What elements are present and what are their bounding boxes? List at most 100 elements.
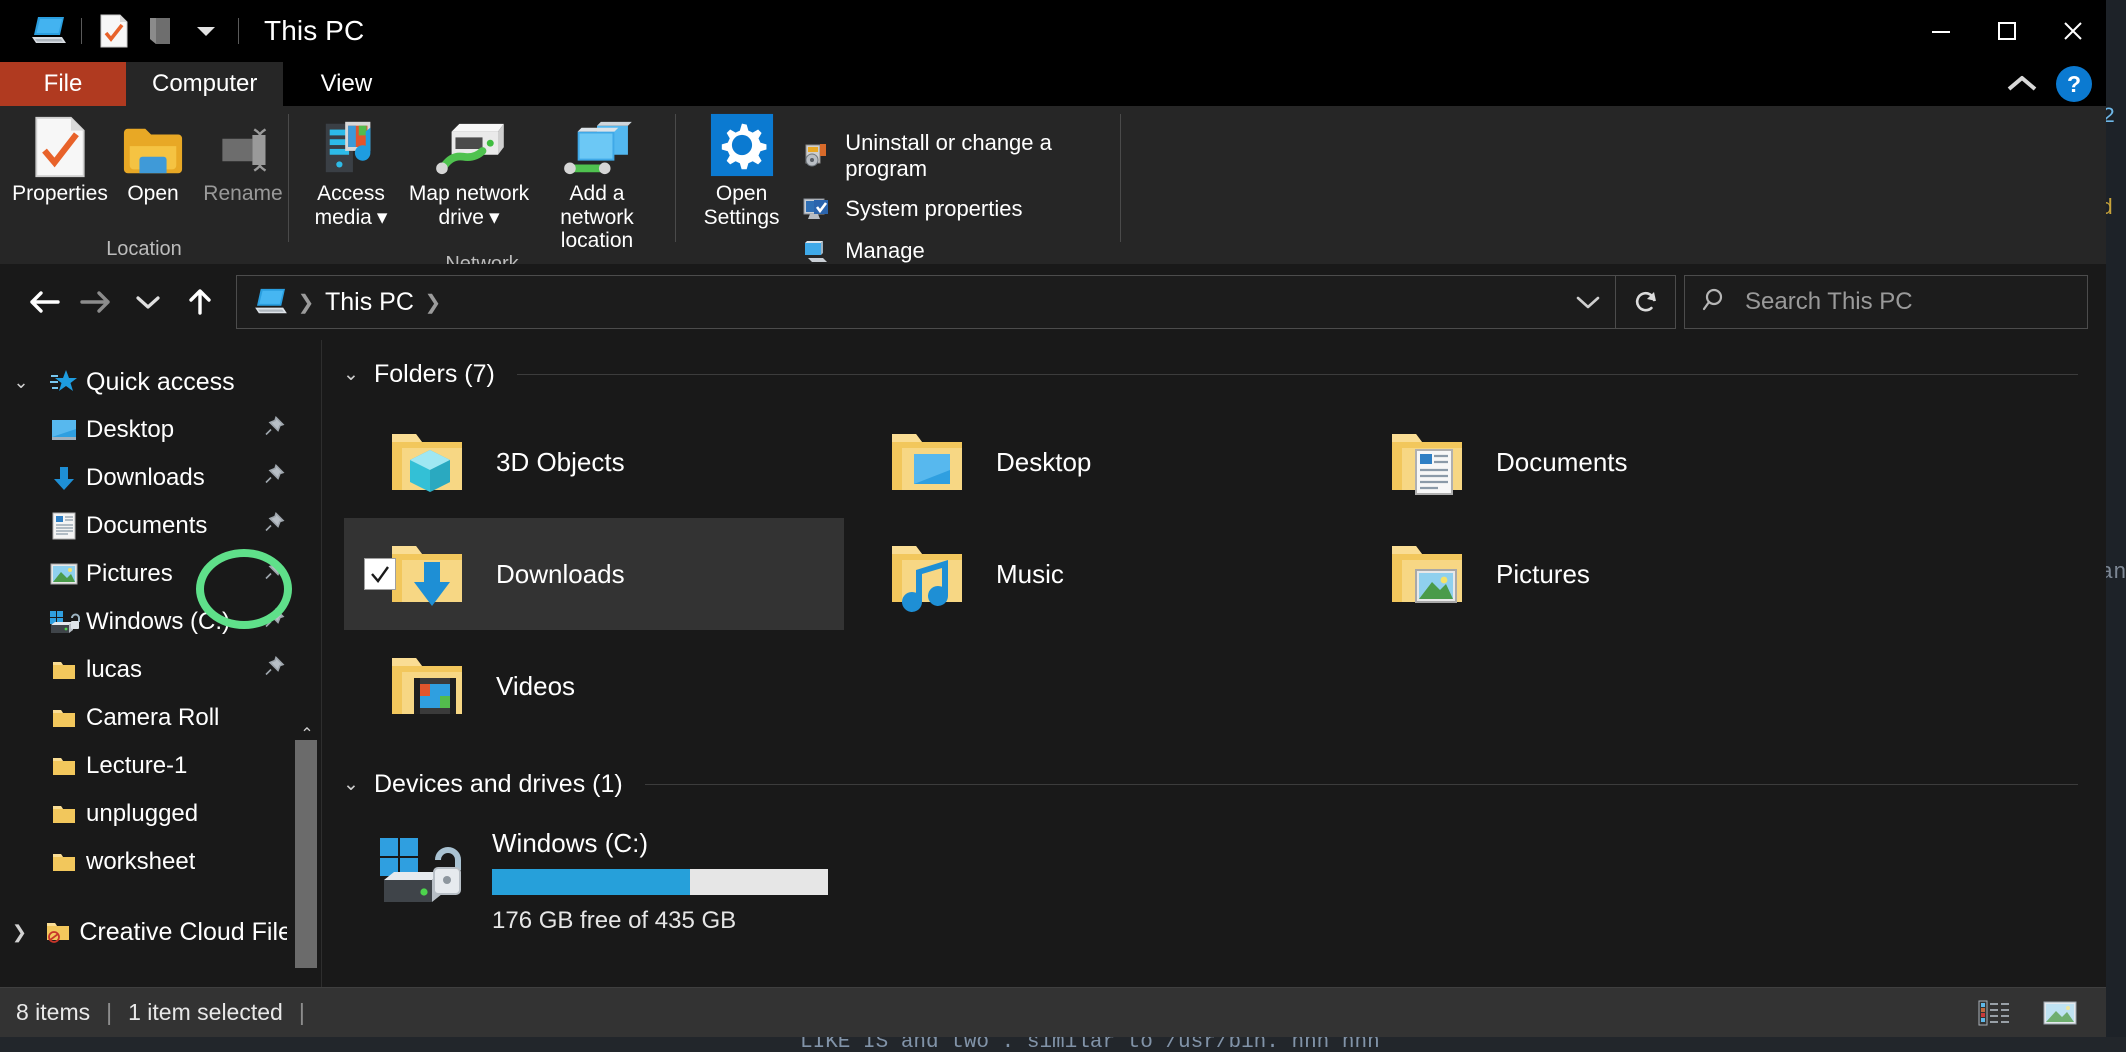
access-media-icon: [318, 114, 384, 178]
sidebar-label: worksheet: [86, 848, 196, 875]
sidebar-item-quick-access[interactable]: ⌄ Quick access: [0, 358, 321, 406]
folders-group-header[interactable]: ⌄ Folders (7): [322, 350, 2106, 398]
collapse-ribbon-icon[interactable]: [2002, 64, 2042, 104]
windows-drive-icon: [42, 608, 86, 636]
map-network-drive-button[interactable]: Map network drive ▾: [405, 114, 533, 229]
add-network-location-button[interactable]: Add a network location: [533, 114, 661, 253]
documents-icon: [42, 511, 86, 541]
help-button[interactable]: ?: [2056, 66, 2092, 102]
status-bar: 8 items | 1 item selected |: [0, 987, 2106, 1037]
large-icons-view-button[interactable]: [2040, 996, 2080, 1030]
minimize-button[interactable]: [1908, 0, 1974, 62]
tile-label: Documents: [1496, 446, 1628, 477]
address-bar[interactable]: ❯ This PC ❯: [236, 275, 1616, 329]
search-input[interactable]: Search This PC: [1745, 288, 1913, 316]
sidebar-item-creative-cloud-files[interactable]: ❯ Creative Cloud Files: [0, 908, 321, 956]
refresh-button[interactable]: [1616, 275, 1676, 329]
desktop-icon: [42, 417, 86, 443]
drive-windows-c[interactable]: Windows (C:) 176 GB free of 435 GB: [322, 808, 2106, 935]
sidebar-item-downloads[interactable]: Downloads: [0, 454, 321, 502]
chevron-down-icon[interactable]: ⌄: [340, 363, 362, 386]
tile-checkbox[interactable]: [364, 558, 396, 590]
folders-group-title: Folders (7): [374, 359, 495, 388]
tile-music[interactable]: Music: [844, 518, 1344, 630]
sidebar-item-desktop[interactable]: Desktop: [0, 406, 321, 454]
address-dropdown-button[interactable]: [1573, 292, 1603, 312]
search-box[interactable]: Search This PC: [1684, 275, 2088, 329]
tile-documents[interactable]: Documents: [1344, 406, 1844, 518]
settings-gear-icon: [709, 113, 775, 178]
drive-free-space: 176 GB free of 435 GB: [492, 907, 737, 934]
pin-icon[interactable]: [263, 512, 285, 541]
nav-scrollbar-thumb[interactable]: [295, 740, 317, 968]
sidebar-item-worksheet[interactable]: worksheet: [0, 838, 321, 886]
tab-view[interactable]: View: [283, 62, 409, 106]
background-text-right: 2: [2106, 104, 2116, 129]
tile-videos[interactable]: Videos: [344, 630, 844, 742]
details-view-button[interactable]: [1974, 996, 2014, 1030]
chevron-down-icon[interactable]: ⌄: [0, 372, 42, 393]
toolbar-divider: [81, 18, 82, 44]
chevron-down-icon: ▾: [488, 205, 500, 229]
sidebar-item-lecture-1[interactable]: Lecture-1: [0, 742, 321, 790]
breadcrumb-this-pc-icon[interactable]: [249, 280, 293, 324]
uninstall-program-button[interactable]: Uninstall or change a program: [793, 128, 1120, 184]
sidebar-label: lucas: [86, 656, 143, 683]
rename-button: Rename: [198, 114, 288, 206]
add-network-location-icon: [562, 114, 632, 178]
back-button[interactable]: [18, 276, 70, 328]
quick-access-toolbar: [0, 9, 248, 53]
system-properties-button[interactable]: System properties: [793, 192, 1120, 226]
open-button[interactable]: Open: [108, 114, 198, 206]
sidebar-item-pictures[interactable]: Pictures: [0, 550, 321, 598]
pin-icon[interactable]: [263, 416, 285, 445]
sidebar-item-windows-c[interactable]: Windows (C:): [0, 598, 321, 646]
pin-icon[interactable]: [263, 464, 285, 493]
sidebar-label: Camera Roll: [86, 704, 220, 731]
recent-locations-button[interactable]: [122, 276, 174, 328]
up-button[interactable]: [174, 276, 226, 328]
tab-computer[interactable]: Computer: [126, 62, 284, 106]
devices-group-header[interactable]: ⌄ Devices and drives (1): [322, 760, 2106, 808]
open-settings-button[interactable]: Open Settings: [690, 113, 793, 229]
maximize-button[interactable]: [1974, 0, 2040, 62]
sidebar-item-documents[interactable]: Documents: [0, 502, 321, 550]
window-controls: [1908, 0, 2106, 62]
background-bottom-strip: LIKE IS and two . similar to /usr/bin. n…: [0, 1037, 2126, 1052]
sidebar-item-lucas[interactable]: lucas: [0, 646, 321, 694]
background-text-bottom: LIKE IS and two . similar to /usr/bin. n…: [800, 1037, 1380, 1052]
chevron-down-icon[interactable]: ⌄: [340, 773, 362, 796]
chevron-down-icon: ▾: [376, 205, 388, 229]
chevron-right-icon[interactable]: ❯: [0, 922, 39, 943]
pin-icon[interactable]: [263, 560, 285, 589]
background-glyph-right: d: [2106, 196, 2114, 221]
pin-icon[interactable]: [263, 656, 285, 685]
breadcrumb-this-pc-label[interactable]: This PC: [319, 288, 420, 317]
properties-icon[interactable]: [91, 9, 137, 53]
close-button[interactable]: [2040, 0, 2106, 62]
devices-group-title: Devices and drives (1): [374, 769, 623, 798]
tile-downloads[interactable]: Downloads: [344, 518, 844, 630]
tile-3d-objects[interactable]: 3D Objects: [344, 406, 844, 518]
status-selection: 1 item selected: [128, 999, 283, 1025]
open-folder-icon: [122, 114, 184, 178]
folder-3d-objects-icon: [380, 414, 476, 510]
pin-icon[interactable]: [263, 608, 285, 637]
tile-desktop[interactable]: Desktop: [844, 406, 1344, 518]
tab-file[interactable]: File: [0, 62, 126, 106]
new-folder-icon[interactable]: [137, 9, 183, 53]
ribbon-tabs: File Computer View ?: [0, 62, 2106, 106]
breadcrumb-chevron-icon[interactable]: ❯: [293, 290, 319, 315]
customize-dropdown-icon[interactable]: [183, 9, 229, 53]
forward-button[interactable]: [70, 276, 122, 328]
sidebar-item-camera-roll[interactable]: Camera Roll: [0, 694, 321, 742]
group-rule: [644, 783, 2078, 785]
tile-pictures[interactable]: Pictures: [1344, 518, 1844, 630]
sidebar-item-unplugged[interactable]: unplugged: [0, 790, 321, 838]
this-pc-icon[interactable]: [26, 9, 72, 53]
manage-button[interactable]: Manage: [793, 234, 1120, 268]
access-media-button[interactable]: Access media ▾: [297, 114, 405, 229]
folders-tile-grid: 3D Objects Desktop Documents Downloads M…: [322, 398, 2106, 742]
properties-button[interactable]: Properties: [12, 114, 108, 206]
breadcrumb-chevron-icon-2[interactable]: ❯: [420, 290, 446, 315]
